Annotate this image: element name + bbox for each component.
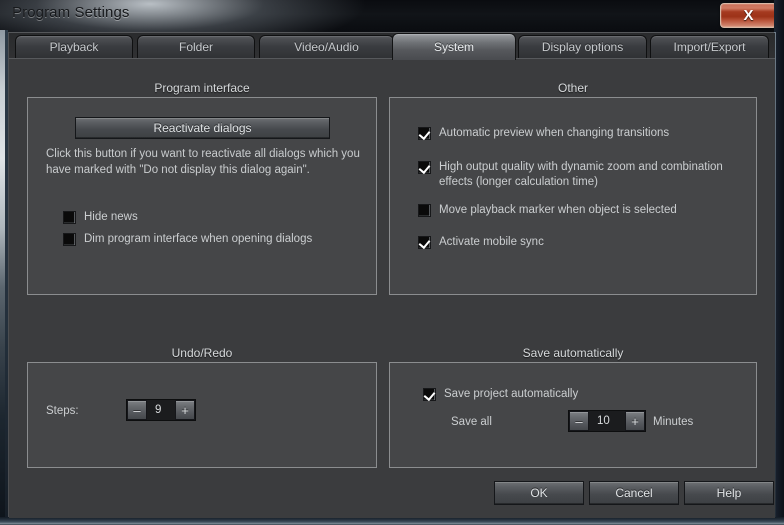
checkbox-label-save-project-automatically: Save project automatically: [444, 388, 579, 400]
steps-decrement-button[interactable]: –: [127, 400, 147, 420]
checkbox-move-playback-marker[interactable]: [418, 204, 431, 217]
steps-increment-button[interactable]: +: [175, 400, 195, 420]
label-minutes-unit: Minutes: [653, 416, 694, 428]
group-save-automatically: Save project automatically Save all – 10…: [389, 362, 757, 468]
tab-system[interactable]: System: [392, 33, 516, 60]
group-title-program-interface: Program interface: [154, 81, 250, 95]
save-interval-value-input[interactable]: 10: [589, 411, 625, 431]
checkbox-automatic-preview[interactable]: [418, 127, 431, 140]
checkbox-row-high-output-quality[interactable]: High output quality with dynamic zoom an…: [418, 160, 750, 190]
checkbox-label-high-output-quality: High output quality with dynamic zoom an…: [439, 161, 723, 188]
group-title-other: Other: [557, 81, 588, 95]
group-undo-redo: Steps: – 9 +: [27, 362, 377, 468]
label-steps: Steps:: [46, 405, 79, 417]
checkbox-label-dim-program-interface: Dim program interface when opening dialo…: [84, 233, 313, 245]
checkbox-label-hide-news: Hide news: [84, 211, 138, 223]
close-icon: X: [743, 7, 754, 24]
help-button[interactable]: Help: [684, 481, 774, 505]
checkbox-activate-mobile-sync[interactable]: [418, 236, 431, 249]
reactivate-dialogs-help-text: Click this button if you want to reactiv…: [46, 148, 360, 176]
save-interval-decrement-button[interactable]: –: [569, 411, 589, 431]
group-other: Automatic preview when changing transiti…: [389, 97, 757, 295]
title-bar: Program Settings X: [0, 0, 784, 32]
tab-import-export[interactable]: Import/Export: [650, 35, 769, 58]
reactivate-dialogs-button[interactable]: Reactivate dialogs: [75, 117, 330, 139]
save-interval-increment-button[interactable]: +: [625, 411, 645, 431]
tab-display-options[interactable]: Display options: [518, 35, 647, 58]
program-settings-window: Program Settings X Playback Folder Video…: [0, 0, 784, 525]
tab-panel-system: Program interface Reactivate dialogs Cli…: [9, 58, 775, 518]
cancel-button[interactable]: Cancel: [589, 481, 679, 505]
steps-spinner[interactable]: – 9 +: [126, 399, 196, 421]
checkbox-label-automatic-preview: Automatic preview when changing transiti…: [439, 127, 670, 139]
checkbox-hide-news[interactable]: [63, 211, 76, 224]
checkbox-high-output-quality[interactable]: [418, 161, 431, 174]
steps-value-input[interactable]: 9: [147, 400, 175, 420]
checkbox-row-automatic-preview[interactable]: Automatic preview when changing transiti…: [418, 126, 748, 141]
close-button[interactable]: X: [720, 3, 777, 28]
checkbox-label-move-playback-marker: Move playback marker when object is sele…: [439, 204, 677, 216]
group-program-interface: Reactivate dialogs Click this button if …: [27, 97, 377, 295]
window-title: Program Settings: [12, 4, 130, 21]
label-save-all: Save all: [451, 416, 492, 428]
save-interval-spinner[interactable]: – 10 +: [568, 410, 646, 432]
checkbox-dim-program-interface[interactable]: [63, 233, 76, 246]
checkbox-label-activate-mobile-sync: Activate mobile sync: [439, 236, 544, 248]
checkbox-row-dim-program-interface[interactable]: Dim program interface when opening dialo…: [63, 232, 363, 247]
ok-button[interactable]: OK: [494, 481, 584, 505]
checkbox-row-hide-news[interactable]: Hide news: [63, 210, 138, 225]
tab-folder[interactable]: Folder: [137, 35, 255, 58]
window-frame-bottom: [0, 517, 784, 525]
checkbox-row-move-playback-marker[interactable]: Move playback marker when object is sele…: [418, 203, 748, 218]
tab-strip: Playback Folder Video/Audio System Displ…: [9, 33, 775, 60]
checkbox-row-activate-mobile-sync[interactable]: Activate mobile sync: [418, 235, 748, 250]
tab-playback[interactable]: Playback: [15, 35, 133, 58]
checkbox-row-save-project-automatically[interactable]: Save project automatically: [423, 387, 723, 402]
group-title-undo-redo: Undo/Redo: [171, 346, 233, 360]
group-title-save-automatically: Save automatically: [522, 346, 624, 360]
checkbox-save-project-automatically[interactable]: [423, 388, 436, 401]
dialog-footer: OK Cancel Help: [9, 472, 775, 518]
tab-video-audio[interactable]: Video/Audio: [259, 35, 394, 58]
settings-dialog: Playback Folder Video/Audio System Displ…: [8, 32, 775, 518]
